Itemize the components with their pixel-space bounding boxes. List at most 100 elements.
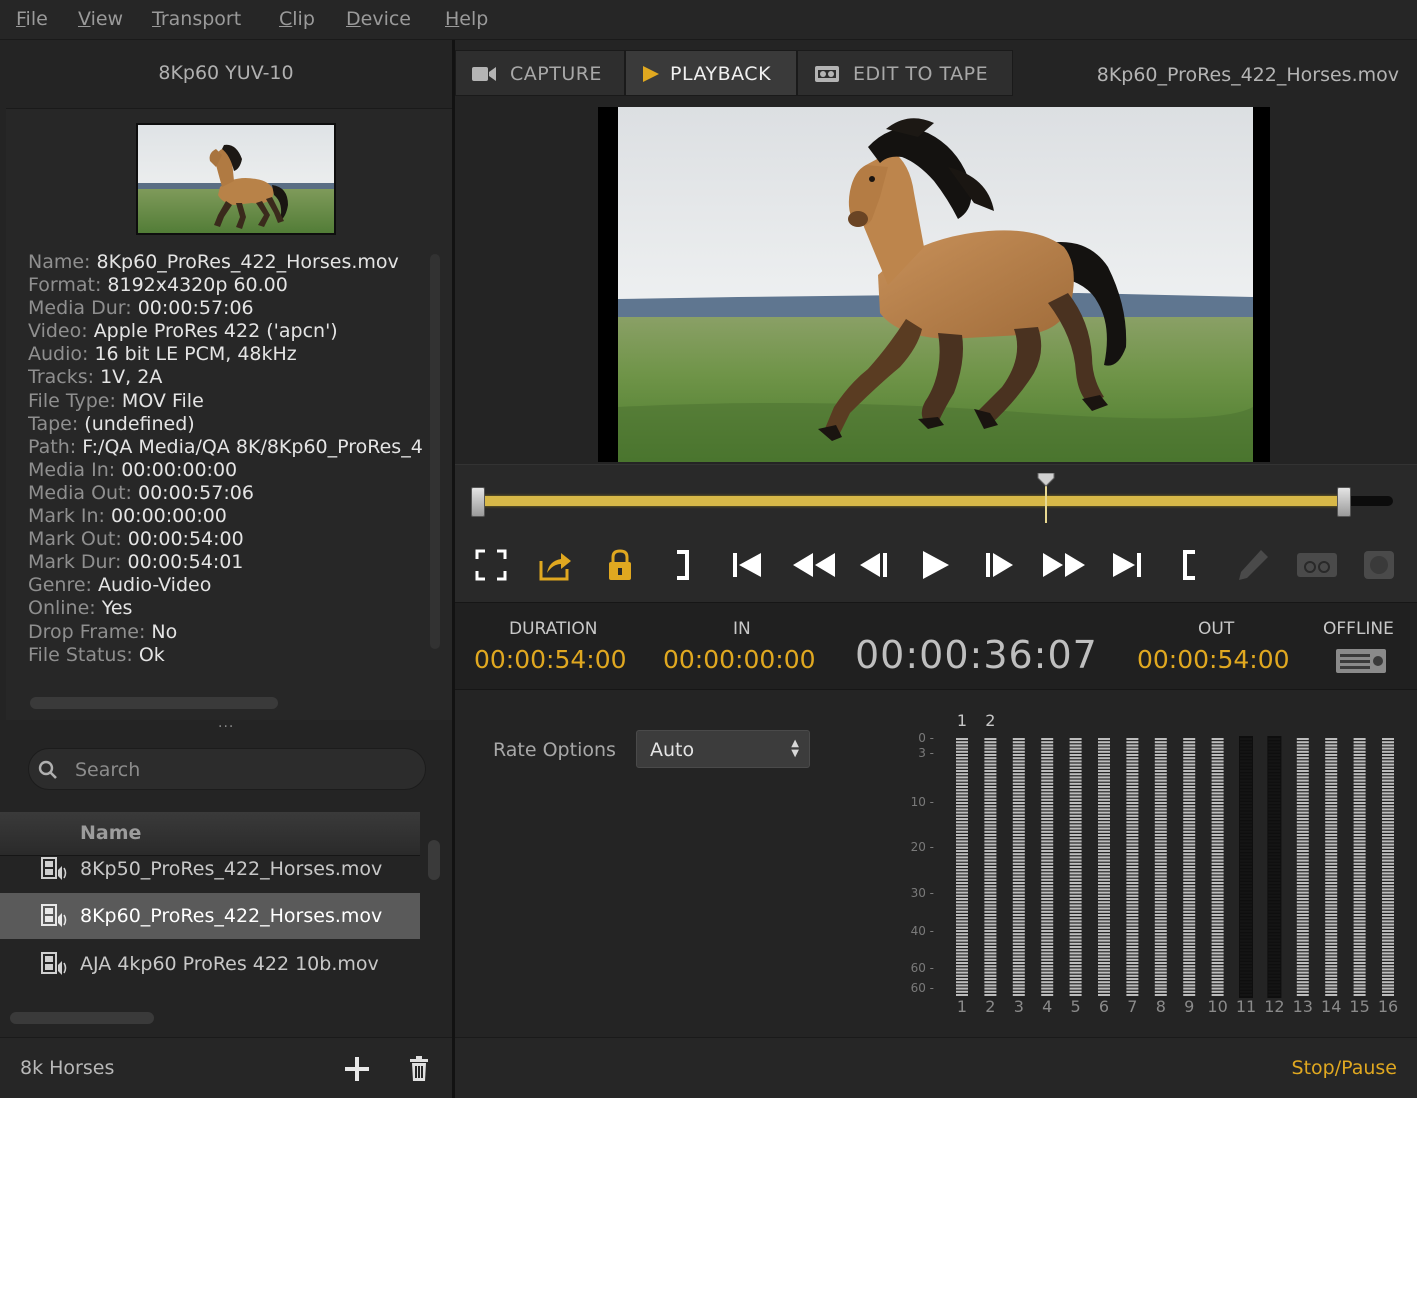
add-bin-icon[interactable] [342, 1054, 372, 1084]
meter-channel-label: 10 [1207, 997, 1227, 1016]
mark-in-icon[interactable] [1171, 547, 1207, 583]
info-tape: Tape: (undefined) [28, 412, 195, 435]
tab-playback-label: PLAYBACK [670, 63, 772, 85]
info-mark-dur: Mark Dur: 00:00:54:01 [28, 551, 244, 574]
export-icon[interactable] [537, 547, 573, 583]
transport-status: Stop/Pause [1291, 1057, 1397, 1079]
rate-options-select[interactable]: Auto ▲ ▼ [636, 730, 810, 768]
search-field[interactable]: Search [28, 748, 426, 790]
rewind-icon[interactable] [791, 547, 837, 583]
meter-scale-label: 3 - [918, 746, 934, 760]
meter-channel-7 [1126, 738, 1139, 996]
meter-channel-label: 15 [1349, 997, 1369, 1016]
clip-info-list: Name: 8Kp60_ProRes_422_Horses.mov Format… [28, 251, 423, 667]
menu-clip[interactable]: Clip [279, 8, 315, 30]
tab-edit-to-tape[interactable]: EDIT TO TAPE [797, 50, 1013, 96]
info-vertical-scrollbar[interactable] [430, 254, 440, 649]
info-media-out: Media Out: 00:00:57:06 [28, 481, 254, 504]
step-back-icon[interactable] [856, 547, 892, 583]
clip-list-item-label: 8Kp60_ProRes_422_Horses.mov [80, 905, 383, 927]
meter-scale-label: 30 - [911, 886, 934, 900]
playhead-marker-icon[interactable] [1036, 473, 1056, 487]
tab-capture-label: CAPTURE [510, 63, 602, 85]
info-horizontal-scrollbar[interactable] [30, 697, 278, 709]
meter-channel-12 [1267, 736, 1282, 998]
horse-video-frame-image [618, 107, 1253, 462]
panel-splitter[interactable]: ... [218, 715, 234, 731]
meter-channel-16 [1382, 738, 1394, 996]
fast-forward-icon[interactable] [1041, 547, 1087, 583]
fullscreen-icon[interactable] [473, 547, 509, 583]
meter-scale-label: 20 - [911, 840, 934, 854]
play-icon[interactable] [917, 547, 953, 583]
menu-file[interactable]: File [16, 8, 48, 30]
timeline-scrubber[interactable] [477, 496, 1345, 506]
current-timecode: 00:00:36:07 [855, 633, 1098, 677]
clip-thumbnail [136, 123, 336, 235]
in-point-handle[interactable] [471, 487, 485, 517]
current-file-title: 8Kp60_ProRes_422_Horses.mov [1096, 64, 1399, 86]
trash-icon[interactable] [404, 1054, 434, 1084]
clip-list-item[interactable]: 8Kp50_ProRes_422_Horses.mov [0, 846, 420, 892]
menu-view[interactable]: View [78, 8, 123, 30]
clip-list-item-selected[interactable]: 8Kp60_ProRes_422_Horses.mov [0, 893, 420, 939]
mark-out-icon[interactable] [665, 547, 701, 583]
bin-footer: 8k Horses [0, 1037, 452, 1098]
device-offline-icon [1336, 649, 1386, 673]
play-icon [643, 66, 659, 82]
meter-channel-10 [1211, 738, 1224, 996]
in-timecode[interactable]: 00:00:00:00 [663, 645, 816, 674]
tab-capture[interactable]: CAPTURE [455, 50, 625, 96]
duration-timecode: 00:00:54:00 [474, 645, 627, 674]
meter-scale-label: 0 - [918, 731, 934, 745]
menu-device[interactable]: Device [346, 8, 411, 30]
audio-meters: 0 -3 -10 -20 -30 -40 -60 -60 -1 2 3 4 5 6 7 8 9 1… [911, 711, 1399, 1016]
meter-channel-3 [1012, 738, 1025, 996]
go-to-end-icon[interactable] [1109, 547, 1145, 583]
meter-channel-15 [1353, 738, 1366, 996]
bin-name: 8k Horses [20, 1057, 115, 1079]
meter-channel-13 [1296, 738, 1309, 996]
meter-channel-label: 12 [1264, 997, 1284, 1016]
format-label: 8Kp60 YUV-10 [158, 62, 294, 84]
pencil-icon[interactable] [1235, 547, 1271, 583]
timecode-panel: DURATION 00:00:54:00 IN 00:00:00:00 00:0… [455, 602, 1417, 690]
meter-channel-label: 5 [1071, 997, 1081, 1016]
meter-scale-label: 60 - [911, 981, 934, 995]
search-icon [38, 760, 57, 779]
go-to-start-icon[interactable] [729, 547, 765, 583]
meter-channel-label: 8 [1156, 997, 1166, 1016]
info-video: Video: Apple ProRes 422 ('apcn') [28, 320, 338, 343]
search-input[interactable]: Search [75, 759, 140, 781]
video-frame [618, 107, 1253, 462]
out-timecode[interactable]: 00:00:54:00 [1137, 645, 1290, 674]
info-file-status: File Status: Ok [28, 643, 165, 666]
column-name[interactable]: Name [80, 822, 141, 844]
horse-thumbnail-image [138, 125, 334, 233]
clip-list-vertical-scrollbar[interactable] [428, 840, 440, 880]
select-arrows-icon: ▲ ▼ [791, 738, 799, 759]
info-online: Online: Yes [28, 597, 133, 620]
out-point-handle[interactable] [1337, 487, 1351, 517]
out-label: OUT [1198, 619, 1235, 639]
menu-help[interactable]: Help [445, 8, 488, 30]
clip-list-horizontal-scrollbar[interactable] [10, 1012, 154, 1024]
meter-channel-label: 3 [1014, 997, 1024, 1016]
tape-deck-icon[interactable] [1295, 547, 1339, 583]
menu-transport[interactable]: Transport [152, 8, 241, 30]
meter-channel-9 [1183, 738, 1196, 996]
meter-channel-label: 6 [1099, 997, 1109, 1016]
meter-active-channel-label: 1 [957, 711, 967, 730]
video-viewer [598, 107, 1270, 462]
step-forward-icon[interactable] [981, 547, 1017, 583]
clip-list-item[interactable]: AJA 4kp60 ProRes 422 10b.mov [0, 941, 420, 987]
tab-edit-to-tape-label: EDIT TO TAPE [853, 63, 989, 85]
tab-playback[interactable]: PLAYBACK [625, 50, 797, 96]
meter-channel-label: 9 [1184, 997, 1194, 1016]
camera-icon [472, 67, 496, 81]
lock-icon[interactable] [602, 547, 638, 583]
info-name: Name: 8Kp60_ProRes_422_Horses.mov [28, 251, 399, 273]
record-icon[interactable] [1361, 547, 1397, 583]
clip-panel: 8Kp60 YUV-10 Name: 8Kp60_ProRes_422_Hors… [0, 40, 452, 1098]
meter-channel-14 [1325, 738, 1338, 996]
